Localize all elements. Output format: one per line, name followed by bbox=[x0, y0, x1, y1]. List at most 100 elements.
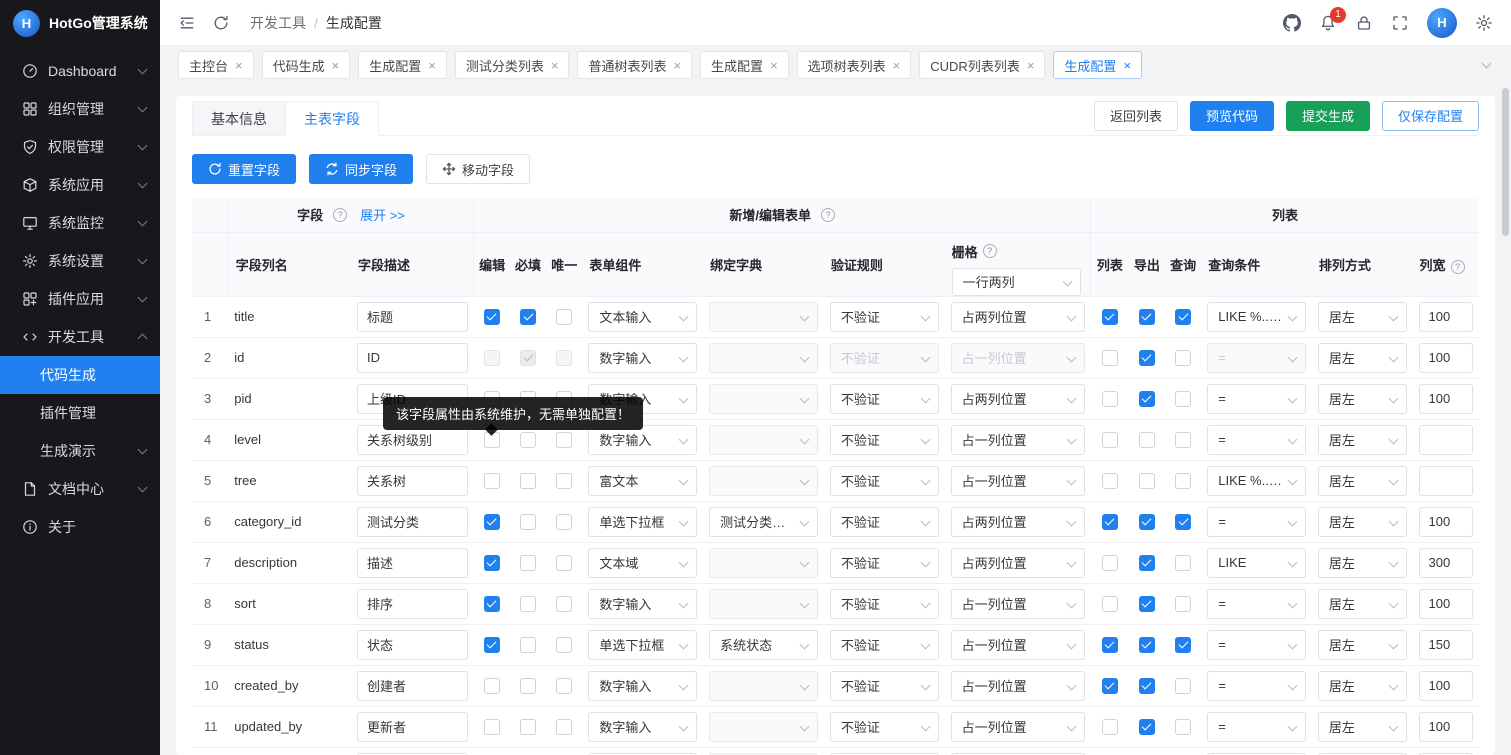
edit-checkbox[interactable] bbox=[484, 637, 500, 653]
query-condition-select[interactable]: LIKE bbox=[1207, 548, 1306, 578]
grid-span-select[interactable]: 占两列位置 bbox=[951, 507, 1085, 537]
query-condition-select[interactable]: = bbox=[1207, 630, 1306, 660]
query-condition-select[interactable]: = bbox=[1207, 589, 1306, 619]
lock-icon[interactable] bbox=[1355, 14, 1373, 32]
export-checkbox[interactable] bbox=[1139, 309, 1155, 325]
query-condition-select[interactable]: = bbox=[1207, 384, 1306, 414]
bind-dict-select[interactable] bbox=[709, 302, 818, 332]
export-checkbox[interactable] bbox=[1139, 637, 1155, 653]
field-desc-input[interactable] bbox=[357, 630, 468, 660]
field-desc-input[interactable] bbox=[357, 466, 468, 496]
sidebar-item-系统设置[interactable]: 系统设置 bbox=[0, 242, 160, 280]
export-checkbox[interactable] bbox=[1139, 473, 1155, 489]
sidebar-item-权限管理[interactable]: 权限管理 bbox=[0, 128, 160, 166]
query-checkbox[interactable] bbox=[1175, 678, 1191, 694]
validation-rule-select[interactable]: 不验证 bbox=[830, 589, 939, 619]
list-checkbox[interactable] bbox=[1102, 514, 1118, 530]
move-fields-button[interactable]: 移动字段 bbox=[426, 154, 530, 184]
align-select[interactable]: 居左 bbox=[1318, 466, 1407, 496]
page-tab-生成配置[interactable]: 生成配置× bbox=[358, 51, 447, 79]
form-component-select[interactable]: 数字输入 bbox=[588, 343, 697, 373]
grid-span-select[interactable]: 占一列位置 bbox=[951, 630, 1085, 660]
align-select[interactable]: 居左 bbox=[1318, 712, 1407, 742]
field-desc-input[interactable] bbox=[357, 507, 468, 537]
grid-layout-select[interactable]: 一行两列 bbox=[952, 268, 1081, 296]
bind-dict-select[interactable] bbox=[709, 343, 818, 373]
edit-checkbox[interactable] bbox=[484, 350, 500, 366]
query-checkbox[interactable] bbox=[1175, 596, 1191, 612]
unique-checkbox[interactable] bbox=[556, 637, 572, 653]
export-checkbox[interactable] bbox=[1139, 596, 1155, 612]
form-component-select[interactable]: 文本域 bbox=[588, 548, 697, 578]
query-checkbox[interactable] bbox=[1175, 555, 1191, 571]
grid-span-select[interactable]: 占一列位置 bbox=[951, 671, 1085, 701]
query-condition-select[interactable]: = bbox=[1207, 343, 1306, 373]
validation-rule-select[interactable]: 不验证 bbox=[830, 384, 939, 414]
refresh-icon[interactable] bbox=[212, 14, 230, 32]
align-select[interactable]: 居左 bbox=[1318, 630, 1407, 660]
list-checkbox[interactable] bbox=[1102, 350, 1118, 366]
query-checkbox[interactable] bbox=[1175, 309, 1191, 325]
list-checkbox[interactable] bbox=[1102, 637, 1118, 653]
back-to-list-button[interactable]: 返回列表 bbox=[1094, 101, 1178, 131]
grid-span-select[interactable]: 占一列位置 bbox=[951, 425, 1085, 455]
bind-dict-select[interactable] bbox=[709, 712, 818, 742]
query-condition-select[interactable]: LIKE %...% bbox=[1207, 466, 1306, 496]
sidebar-item-插件应用[interactable]: 插件应用 bbox=[0, 280, 160, 318]
export-checkbox[interactable] bbox=[1139, 555, 1155, 571]
form-component-select[interactable]: 数字输入 bbox=[588, 671, 697, 701]
list-checkbox[interactable] bbox=[1102, 473, 1118, 489]
page-tab-测试分类列表[interactable]: 测试分类列表× bbox=[455, 51, 570, 79]
edit-checkbox[interactable] bbox=[484, 473, 500, 489]
list-checkbox[interactable] bbox=[1102, 555, 1118, 571]
column-width-input[interactable] bbox=[1419, 425, 1473, 455]
page-tab-CUDR列表列表[interactable]: CUDR列表列表× bbox=[919, 51, 1045, 79]
bind-dict-select[interactable]: 系统状态 bbox=[709, 630, 818, 660]
help-icon[interactable]: ? bbox=[333, 208, 347, 222]
close-icon[interactable]: × bbox=[1027, 59, 1035, 72]
query-condition-select[interactable]: = bbox=[1207, 712, 1306, 742]
form-component-select[interactable]: 数字输入 bbox=[588, 712, 697, 742]
sidebar-item-开发工具[interactable]: 开发工具 bbox=[0, 318, 160, 356]
fullscreen-icon[interactable] bbox=[1391, 14, 1409, 32]
column-width-input[interactable] bbox=[1419, 466, 1473, 496]
sidebar-item-系统监控[interactable]: 系统监控 bbox=[0, 204, 160, 242]
form-component-select[interactable]: 数字输入 bbox=[588, 589, 697, 619]
close-icon[interactable]: × bbox=[893, 59, 901, 72]
align-select[interactable]: 居左 bbox=[1318, 384, 1407, 414]
query-condition-select[interactable]: LIKE %...% bbox=[1207, 302, 1306, 332]
export-checkbox[interactable] bbox=[1139, 432, 1155, 448]
query-condition-select[interactable]: = bbox=[1207, 507, 1306, 537]
help-icon[interactable]: ? bbox=[1451, 260, 1465, 274]
page-tab-代码生成[interactable]: 代码生成× bbox=[262, 51, 351, 79]
align-select[interactable]: 居左 bbox=[1318, 343, 1407, 373]
bind-dict-select[interactable] bbox=[709, 589, 818, 619]
sidebar-item-Dashboard[interactable]: Dashboard bbox=[0, 52, 160, 90]
close-icon[interactable]: × bbox=[235, 59, 243, 72]
app-logo[interactable]: H HotGo管理系统 bbox=[0, 0, 160, 46]
align-select[interactable]: 居左 bbox=[1318, 425, 1407, 455]
column-width-input[interactable] bbox=[1419, 302, 1473, 332]
unique-checkbox[interactable] bbox=[556, 432, 572, 448]
field-desc-input[interactable] bbox=[357, 712, 468, 742]
validation-rule-select[interactable]: 不验证 bbox=[830, 507, 939, 537]
required-checkbox[interactable] bbox=[520, 596, 536, 612]
grid-span-select[interactable]: 占一列位置 bbox=[951, 466, 1085, 496]
column-width-input[interactable] bbox=[1419, 343, 1473, 373]
unique-checkbox[interactable] bbox=[556, 309, 572, 325]
grid-span-select[interactable]: 占一列位置 bbox=[951, 343, 1085, 373]
query-checkbox[interactable] bbox=[1175, 391, 1191, 407]
edit-checkbox[interactable] bbox=[484, 309, 500, 325]
page-tab-生成配置[interactable]: 生成配置× bbox=[1053, 51, 1142, 79]
list-checkbox[interactable] bbox=[1102, 719, 1118, 735]
export-checkbox[interactable] bbox=[1139, 719, 1155, 735]
bind-dict-select[interactable] bbox=[709, 425, 818, 455]
field-desc-input[interactable] bbox=[357, 589, 468, 619]
required-checkbox[interactable] bbox=[520, 473, 536, 489]
bind-dict-select[interactable] bbox=[709, 466, 818, 496]
unique-checkbox[interactable] bbox=[556, 596, 572, 612]
unique-checkbox[interactable] bbox=[556, 473, 572, 489]
list-checkbox[interactable] bbox=[1102, 596, 1118, 612]
required-checkbox[interactable] bbox=[520, 678, 536, 694]
validation-rule-select[interactable]: 不验证 bbox=[830, 425, 939, 455]
